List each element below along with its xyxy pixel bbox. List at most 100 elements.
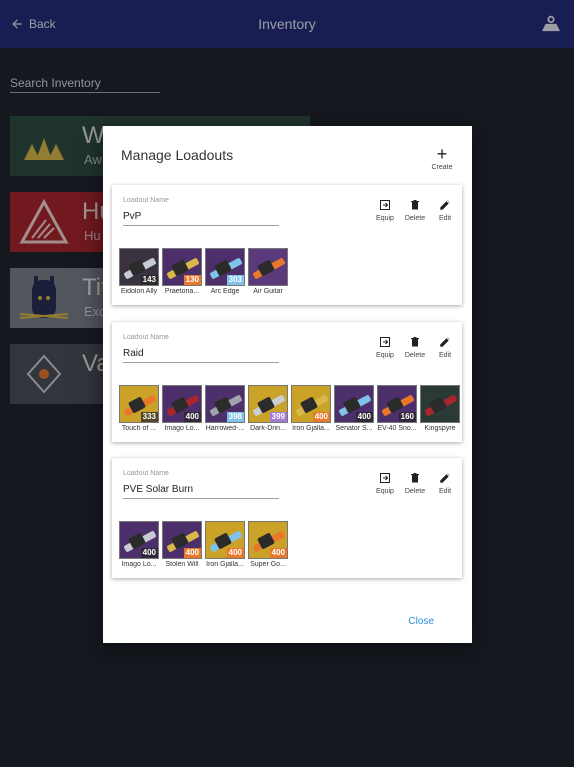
loadout-items: 333 Touch of ... 400 Imago Lo... 398 Harrowed… xyxy=(119,385,460,432)
loadout-item[interactable]: 400 Imago Lo... xyxy=(162,385,202,432)
edit-icon xyxy=(440,473,450,483)
edit-button[interactable]: Edit xyxy=(434,199,456,222)
item-thumbnail: 303 xyxy=(205,248,245,286)
equip-label: Equip xyxy=(376,352,394,359)
power-level: 400 xyxy=(183,548,201,558)
equip-icon xyxy=(380,337,390,347)
edit-label: Edit xyxy=(438,352,452,359)
power-level: 400 xyxy=(355,412,373,422)
delete-button[interactable]: Delete xyxy=(404,336,426,359)
item-name: Dark-Drin... xyxy=(250,425,286,432)
loadout-item[interactable]: 400 Iron Gjalla... xyxy=(205,521,245,568)
loadout-item[interactable]: 400 Senator S... xyxy=(334,385,374,432)
item-name: Praetoria... xyxy=(164,288,200,295)
loadout-name-field[interactable] xyxy=(123,345,279,363)
delete-button[interactable]: Delete xyxy=(404,472,426,495)
item-thumbnail: 400 xyxy=(291,385,331,423)
loadout-items: 143 Eidolon Ally 130 Praetoria... 303 Arc Edg… xyxy=(119,248,288,295)
loadout-items: 400 Imago Lo... 400 Stolen Will 400 Iron Gjal… xyxy=(119,521,288,568)
create-label: Create xyxy=(431,164,453,171)
manage-loadouts-dialog: Manage Loadouts + Create Loadout Name Equ… xyxy=(103,126,472,643)
equip-label: Equip xyxy=(376,215,394,222)
loadout-item[interactable]: 400 Stolen Will xyxy=(162,521,202,568)
edit-label: Edit xyxy=(438,488,452,495)
create-loadout-button[interactable]: + Create xyxy=(430,144,454,171)
loadout-card: Loadout Name Equip Delete Edit 333 Touch of .… xyxy=(112,322,462,442)
item-thumbnail: 400 xyxy=(334,385,374,423)
power-level: 400 xyxy=(140,548,158,558)
power-level: 333 xyxy=(140,412,158,422)
loadout-item[interactable]: 333 Touch of ... xyxy=(119,385,159,432)
loadout-item[interactable]: 160 EV-40 Sno... xyxy=(377,385,417,432)
item-thumbnail: 400 xyxy=(119,521,159,559)
item-thumbnail: 333 xyxy=(119,385,159,423)
item-name: Kingspyre xyxy=(424,425,456,432)
loadout-card: Loadout Name Equip Delete Edit 143 Eidolon Al… xyxy=(112,185,462,305)
item-name: Eidolon Ally xyxy=(120,288,158,295)
item-name: EV-40 Sno... xyxy=(377,425,417,432)
loadout-item[interactable]: Kingspyre xyxy=(420,385,460,432)
item-thumbnail: 160 xyxy=(377,385,417,423)
edit-button[interactable]: Edit xyxy=(434,336,456,359)
power-level: 400 xyxy=(183,412,201,422)
power-level: 399 xyxy=(269,412,287,422)
delete-icon xyxy=(411,473,419,483)
item-thumbnail: 400 xyxy=(205,521,245,559)
item-thumbnail: 143 xyxy=(119,248,159,286)
item-thumbnail xyxy=(420,385,460,423)
edit-icon xyxy=(440,200,450,210)
item-name: Imago Lo... xyxy=(121,561,157,568)
edit-label: Edit xyxy=(438,215,452,222)
loadout-item[interactable]: 399 Dark-Drin... xyxy=(248,385,288,432)
item-thumbnail: 400 xyxy=(162,521,202,559)
item-name: Senator S... xyxy=(335,425,373,432)
item-name: Air Guitar xyxy=(253,288,283,295)
equip-button[interactable]: Equip xyxy=(374,199,396,222)
loadout-name-field[interactable] xyxy=(123,481,279,499)
loadout-item[interactable]: 400 Super Go... xyxy=(248,521,288,568)
loadout-actions: Equip Delete Edit xyxy=(374,199,456,222)
plus-icon: + xyxy=(436,144,448,164)
loadout-item[interactable]: Air Guitar xyxy=(248,248,288,295)
loadout-name-label: Loadout Name xyxy=(123,197,169,204)
delete-label: Delete xyxy=(404,488,426,495)
loadout-item[interactable]: 398 Harrowed-... xyxy=(205,385,245,432)
power-level: 143 xyxy=(140,275,158,285)
item-thumbnail: 399 xyxy=(248,385,288,423)
item-thumbnail xyxy=(248,248,288,286)
item-name: Stolen Will xyxy=(165,561,199,568)
item-thumbnail: 130 xyxy=(162,248,202,286)
item-name: Arc Edge xyxy=(210,288,240,295)
loadout-name-field[interactable] xyxy=(123,208,279,226)
power-level: 400 xyxy=(312,412,330,422)
equip-label: Equip xyxy=(376,488,394,495)
item-name: Super Go... xyxy=(250,561,286,568)
loadout-item[interactable]: 303 Arc Edge xyxy=(205,248,245,295)
edit-button[interactable]: Edit xyxy=(434,472,456,495)
loadout-item[interactable]: 400 Iron Gjalla... xyxy=(291,385,331,432)
item-thumbnail: 400 xyxy=(162,385,202,423)
delete-icon xyxy=(411,337,419,347)
equip-button[interactable]: Equip xyxy=(374,336,396,359)
loadout-item[interactable]: 130 Praetoria... xyxy=(162,248,202,295)
item-name: Iron Gjalla... xyxy=(292,425,330,432)
power-level: 400 xyxy=(269,548,287,558)
edit-icon xyxy=(440,337,450,347)
loadout-item[interactable]: 143 Eidolon Ally xyxy=(119,248,159,295)
equip-button[interactable]: Equip xyxy=(374,472,396,495)
loadout-actions: Equip Delete Edit xyxy=(374,336,456,359)
loadout-item[interactable]: 400 Imago Lo... xyxy=(119,521,159,568)
equip-icon xyxy=(380,473,390,483)
dialog-title: Manage Loadouts xyxy=(121,147,234,163)
loadout-name-label: Loadout Name xyxy=(123,334,169,341)
power-level: 130 xyxy=(183,275,201,285)
close-button[interactable]: Close xyxy=(408,616,434,627)
delete-button[interactable]: Delete xyxy=(404,199,426,222)
delete-label: Delete xyxy=(404,352,426,359)
power-level: 398 xyxy=(226,412,244,422)
equip-icon xyxy=(380,200,390,210)
power-level: 160 xyxy=(398,412,416,422)
item-thumbnail: 400 xyxy=(248,521,288,559)
loadout-card: Loadout Name Equip Delete Edit 400 Imago Lo..… xyxy=(112,458,462,578)
item-name: Imago Lo... xyxy=(164,425,200,432)
